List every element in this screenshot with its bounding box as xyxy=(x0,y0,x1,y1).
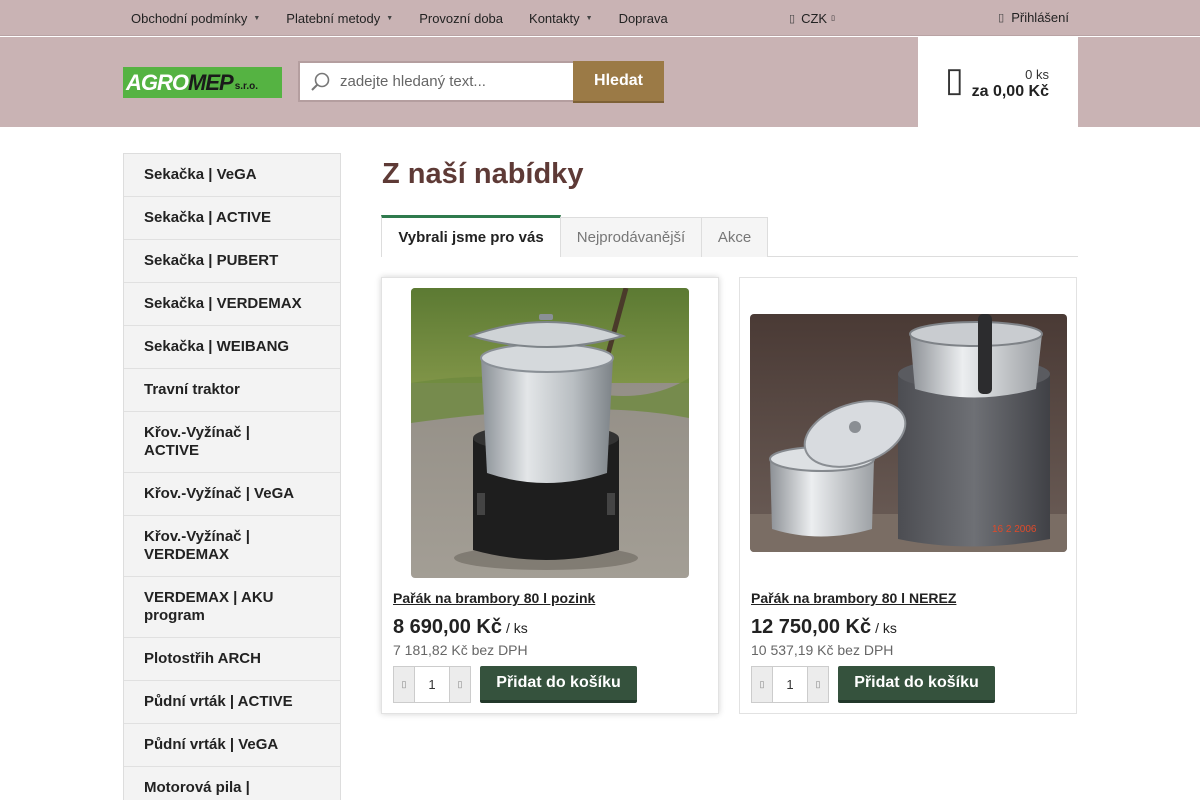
user-icon: ▯ xyxy=(998,11,1005,24)
chevron-down-icon: ▼ xyxy=(585,14,593,22)
quantity-stepper: ▯ 1 ▯ xyxy=(751,666,829,703)
cart-widget[interactable]: ▯ 0 ks za 0,00 Kč xyxy=(918,37,1078,127)
add-to-cart-button[interactable]: Přidat do košíku xyxy=(838,666,995,703)
minus-icon[interactable]: ▯ xyxy=(751,666,773,703)
sidebar-item[interactable]: Půdní vrták | ACTIVE xyxy=(124,681,340,724)
page-title: Z naší nabídky xyxy=(382,158,584,190)
product-name-link[interactable]: Pařák na brambory 80 l NEREZ xyxy=(751,590,956,606)
product-card: Pařák na brambory 80 l pozink 8 690,00 K… xyxy=(381,277,719,714)
chevron-down-icon: ▼ xyxy=(386,14,394,22)
chevron-down-icon: ▼ xyxy=(253,14,261,22)
plus-icon[interactable]: ▯ xyxy=(449,666,471,703)
sidebar-item[interactable]: Sekačka | PUBERT xyxy=(124,240,340,283)
cart-quantity: 0 ks xyxy=(1025,67,1049,82)
price-unit: / ks xyxy=(505,620,528,636)
sidebar-item[interactable]: Plotostřih ARCH xyxy=(124,638,340,681)
nav-label: Platební metody xyxy=(286,10,381,26)
magnifier-icon xyxy=(300,71,340,93)
top-navigation: Obchodní podmínky ▼ Platební metody ▼ Pr… xyxy=(118,0,681,36)
sidebar-item[interactable]: Křov.-Vyžínač | VeGA xyxy=(124,473,340,516)
search-button[interactable]: Hledat xyxy=(573,61,664,103)
coins-icon: ▯ xyxy=(789,12,796,25)
tab-vybrali-jsme-pro-vas[interactable]: Vybrali jsme pro vás xyxy=(381,215,561,257)
nav-kontakty[interactable]: Kontakty ▼ xyxy=(516,0,606,36)
login-label: Přihlášení xyxy=(1011,9,1069,25)
add-to-cart-button[interactable]: Přidat do košíku xyxy=(480,666,637,703)
sidebar-item[interactable]: Křov.-Vyžínač | VERDEMAX xyxy=(124,516,340,577)
product-tabs: Vybrali jsme pro vás Nejprodávanější Akc… xyxy=(381,215,1078,257)
product-photo[interactable] xyxy=(411,288,689,578)
quantity-stepper: ▯ 1 ▯ xyxy=(393,666,471,703)
header: AGRO MEP s.r.o. Hledat ▯ 0 ks za 0,00 Kč xyxy=(0,37,1200,127)
nav-doprava[interactable]: Doprava xyxy=(606,0,681,36)
logo-text-mep: MEP xyxy=(188,69,234,95)
sidebar-item[interactable]: Sekačka | ACTIVE xyxy=(124,197,340,240)
product-photo[interactable]: 16 2 2006 xyxy=(750,314,1067,552)
search-input[interactable] xyxy=(340,73,560,90)
currency-label: CZK xyxy=(801,10,828,26)
product-price-net: 7 181,82 Kč bez DPH xyxy=(393,642,528,658)
tab-akce[interactable]: Akce xyxy=(701,217,768,257)
product-price: 8 690,00 Kč / ks xyxy=(393,616,528,639)
sidebar-item[interactable]: Sekačka | VERDEMAX xyxy=(124,283,340,326)
minus-icon[interactable]: ▯ xyxy=(393,666,415,703)
product-price: 12 750,00 Kč / ks xyxy=(751,616,897,639)
search-box xyxy=(298,61,574,102)
logo-suffix: s.r.o. xyxy=(234,81,259,92)
sidebar-item[interactable]: Půdní vrták | VeGA xyxy=(124,724,340,767)
top-bar: Obchodní podmínky ▼ Platební metody ▼ Pr… xyxy=(0,0,1200,36)
sidebar-item[interactable]: Sekačka | WEIBANG xyxy=(124,326,340,369)
photo-date-stamp: 16 2 2006 xyxy=(992,524,1037,535)
price-value: 8 690,00 Kč xyxy=(393,616,502,638)
product-name-link[interactable]: Pařák na brambory 80 l pozink xyxy=(393,590,595,606)
sidebar-item[interactable]: Travní traktor xyxy=(124,369,340,412)
sidebar-item[interactable]: Křov.-Vyžínač | ACTIVE xyxy=(124,412,340,473)
price-value: 12 750,00 Kč xyxy=(751,616,872,638)
quantity-input[interactable]: 1 xyxy=(773,666,807,703)
sidebar-item[interactable]: Motorová pila | xyxy=(124,767,340,800)
tab-nejprodavanejsi[interactable]: Nejprodávanější xyxy=(560,217,702,257)
chevron-down-icon: ▯ xyxy=(831,15,835,22)
sidebar-item[interactable]: Sekačka | VeGA xyxy=(124,154,340,197)
category-sidebar: Sekačka | VeGA Sekačka | ACTIVE Sekačka … xyxy=(123,153,341,800)
cart-total: za 0,00 Kč xyxy=(971,83,1049,100)
logo-text-agro: AGRO xyxy=(126,69,189,95)
nav-label: Provozní doba xyxy=(419,10,504,26)
login-link[interactable]: ▯ Přihlášení xyxy=(998,0,1069,34)
nav-label: Obchodní podmínky xyxy=(131,10,248,26)
shopping-cart-icon: ▯ xyxy=(945,61,964,99)
nav-provozni-doba[interactable]: Provozní doba xyxy=(406,0,516,36)
nav-label: Kontakty xyxy=(529,10,580,26)
nav-obchodni-podminky[interactable]: Obchodní podmínky ▼ xyxy=(118,0,273,36)
product-price-net: 10 537,19 Kč bez DPH xyxy=(751,642,894,658)
sidebar-item[interactable]: VERDEMAX | AKU program xyxy=(124,577,340,638)
plus-icon[interactable]: ▯ xyxy=(807,666,829,703)
nav-label: Doprava xyxy=(618,10,668,26)
quantity-input[interactable]: 1 xyxy=(415,666,449,703)
currency-selector[interactable]: ▯ CZK ▯ xyxy=(789,0,835,36)
price-unit: / ks xyxy=(875,620,897,636)
logo[interactable]: AGRO MEP s.r.o. xyxy=(123,67,282,98)
product-card: 16 2 2006 Pařák na brambory 80 l NEREZ 1… xyxy=(739,277,1077,714)
nav-platebni-metody[interactable]: Platební metody ▼ xyxy=(273,0,406,36)
